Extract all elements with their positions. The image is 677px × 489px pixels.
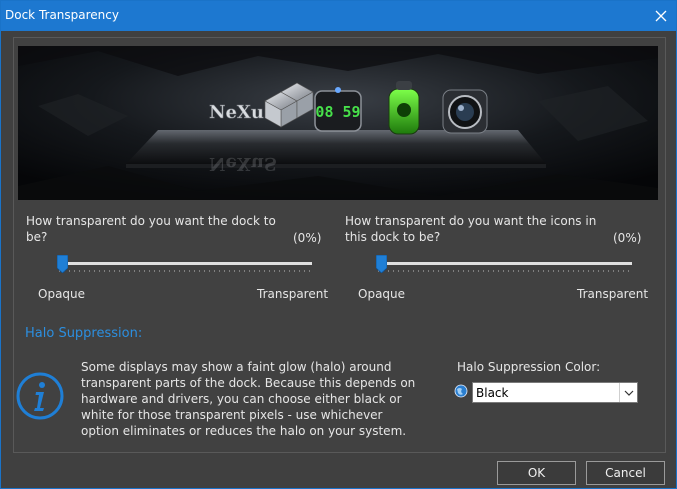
icons-slider-min-label: Opaque [358,287,406,301]
icons-transparency-slider-thumb[interactable] [376,255,387,273]
chevron-down-icon [624,390,633,396]
icons-transparency-slider-track[interactable] [378,262,632,265]
dock-slider-max-label: Transparent [257,287,329,301]
dock-preview: NeXuS NeXuS 08 59 [18,46,658,200]
icons-slider-ticks [378,270,632,272]
globe-icon [454,384,468,398]
ok-button[interactable]: OK [497,461,576,485]
close-icon [655,10,667,22]
halo-suppression-description: Some displays may show a faint glow (hal… [81,360,416,438]
svg-text:NeXuS: NeXuS [209,153,277,174]
halo-suppression-heading: Halo Suppression: [25,326,143,341]
icons-transparency-value: (0%) [613,231,642,245]
cancel-button[interactable]: Cancel [586,461,665,485]
dock-slider-min-label: Opaque [38,287,86,301]
close-button[interactable] [650,5,672,27]
window-title: Dock Transparency [5,8,119,22]
halo-color-label: Halo Suppression Color: [457,360,601,374]
camera-icon [442,89,488,134]
halo-color-select[interactable]: Black [472,382,638,403]
dock-transparency-question: How transparent do you want the dock to … [26,214,276,244]
info-icon [16,372,64,420]
clock-time: 08 59 [315,103,360,121]
icons-slider-max-label: Transparent [577,287,649,301]
dock-transparency-value: (0%) [293,231,322,245]
dock-transparency-slider-thumb[interactable] [57,255,68,273]
dock-slider-ticks [59,270,312,272]
clock-icon: 08 59 [314,87,362,132]
halo-color-selected-value: Black [476,386,509,400]
dock-transparency-dialog: Dock Transparency NeXuS NeXuS 08 59 How … [0,0,677,489]
icons-transparency-question: How transparent do you want the icons in… [345,214,597,244]
halo-color-dropdown-button[interactable] [619,383,637,402]
dock-transparency-slider-track[interactable] [59,262,312,265]
title-bar[interactable]: Dock Transparency [1,1,676,31]
